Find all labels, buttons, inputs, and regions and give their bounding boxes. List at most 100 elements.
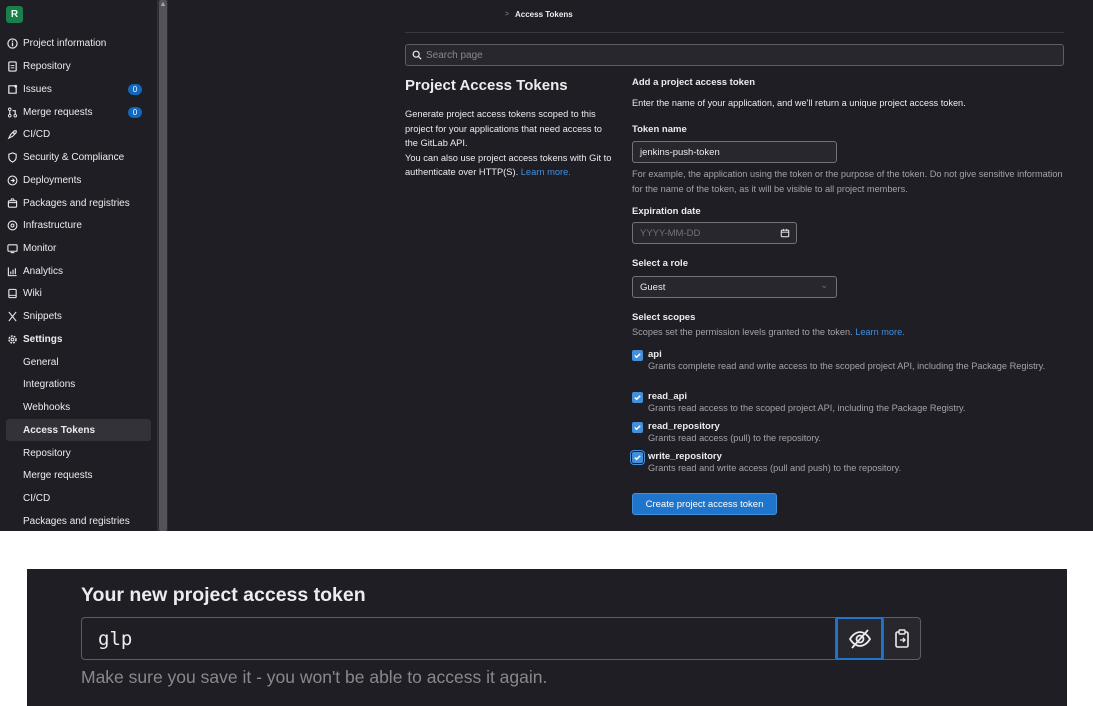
settings-item-merge-requests[interactable]: Merge requests xyxy=(0,464,158,486)
settings-item-ci-cd[interactable]: CI/CD xyxy=(0,487,158,509)
sidebar-item-settings[interactable]: Settings xyxy=(0,328,158,350)
sidebar-item-label: Analytics xyxy=(23,265,64,277)
role-select[interactable]: Guest ⌄ xyxy=(632,276,837,298)
sidebar-item-issues[interactable]: Issues 0 xyxy=(0,78,158,100)
search-page-input[interactable]: Search page xyxy=(405,44,1064,66)
sidebar-item-label: Settings xyxy=(23,333,63,345)
learn-more-link[interactable]: Learn more. xyxy=(521,167,571,177)
scope-description: Grants read and write access (pull and p… xyxy=(648,463,902,473)
expiration-date-label: Expiration date xyxy=(632,206,701,217)
scope-api-checkbox[interactable] xyxy=(632,350,643,361)
breadcrumb-divider xyxy=(405,32,1064,33)
chevron-down-icon: ⌄ xyxy=(820,280,828,290)
clipboard-icon xyxy=(895,628,909,648)
issues-count-badge: 0 xyxy=(128,83,142,95)
breadcrumb-current[interactable]: Access Tokens xyxy=(515,10,573,19)
monitor-icon xyxy=(7,243,18,254)
intro-text: Generate project access tokens scoped to… xyxy=(405,109,602,148)
deployments-icon xyxy=(7,175,18,186)
new-token-field[interactable]: glp xyxy=(81,617,836,660)
cloud-icon xyxy=(7,220,18,231)
info-icon xyxy=(7,37,18,49)
snippet-icon xyxy=(7,311,18,322)
merge-request-icon xyxy=(7,107,18,118)
sidebar-item-ci-cd[interactable]: CI/CD xyxy=(0,123,158,145)
new-token-panel: Your new project access token glp Make s… xyxy=(27,569,1067,706)
sidebar-item-label: Deployments xyxy=(23,174,82,186)
scope-name: read_repository xyxy=(648,421,720,432)
sidebar-item-wiki[interactable]: Wiki xyxy=(0,282,158,304)
settings-item-access-tokens[interactable]: Access Tokens xyxy=(6,419,151,441)
sidebar-item-packages[interactable]: Packages and registries xyxy=(0,192,158,214)
sidebar-item-label: Security & Compliance xyxy=(23,151,125,163)
scope-name: write_repository xyxy=(648,451,722,462)
settings-item-repository[interactable]: Repository xyxy=(0,442,158,464)
search-icon xyxy=(412,50,422,60)
scrollbar-thumb[interactable] xyxy=(159,0,167,531)
scopes-learn-more-link[interactable]: Learn more. xyxy=(855,327,905,337)
checkmark-icon xyxy=(634,455,641,461)
sidebar-item-label: Merge requests xyxy=(23,106,93,118)
settings-item-integrations[interactable]: Integrations xyxy=(0,373,158,395)
scroll-up-arrow-icon[interactable]: ▲ xyxy=(159,1,167,9)
sidebar-item-project-information[interactable]: Project information xyxy=(0,32,158,54)
package-icon xyxy=(7,197,18,209)
checkmark-icon xyxy=(634,395,641,401)
scope-write-repository-checkbox[interactable] xyxy=(632,452,643,463)
sidebar-item-label: Project information xyxy=(23,37,107,49)
scope-description: Grants complete read and write access to… xyxy=(648,361,1046,371)
gitlab-settings-screenshot: R Project information Repository Issues … xyxy=(0,0,1093,531)
sidebar: R Project information Repository Issues … xyxy=(0,0,158,531)
sidebar-item-infrastructure[interactable]: Infrastructure xyxy=(0,214,158,236)
scope-name: api xyxy=(648,349,662,360)
sidebar-item-label: Repository xyxy=(23,60,71,72)
token-name-label: Token name xyxy=(632,124,687,135)
intro-text-2: You can also use project access tokens w… xyxy=(405,152,612,178)
rocket-icon xyxy=(7,129,18,140)
sidebar-item-deployments[interactable]: Deployments xyxy=(0,169,158,191)
create-project-access-token-button[interactable]: Create project access token xyxy=(632,493,777,515)
merge-requests-count-badge: 0 xyxy=(128,106,142,118)
sidebar-item-snippets[interactable]: Snippets xyxy=(0,305,158,327)
copy-token-button[interactable] xyxy=(883,617,921,660)
shield-icon xyxy=(7,151,18,163)
chart-icon xyxy=(7,266,18,277)
scopes-help-text: Scopes set the permission levels granted… xyxy=(632,327,853,337)
sidebar-item-label: Monitor xyxy=(23,242,57,254)
sidebar-item-repository[interactable]: Repository xyxy=(0,55,158,77)
expiration-placeholder: YYYY-MM-DD xyxy=(640,227,701,239)
breadcrumb-separator: > xyxy=(505,11,510,18)
toggle-visibility-button[interactable] xyxy=(836,617,883,660)
project-avatar[interactable]: R xyxy=(6,6,23,23)
scope-read-repository-checkbox[interactable] xyxy=(632,422,643,433)
sidebar-item-monitor[interactable]: Monitor xyxy=(0,237,158,259)
token-name-help: For example, the application using the t… xyxy=(632,169,1063,194)
sidebar-item-label: CI/CD xyxy=(23,128,51,140)
scopes-label: Select scopes xyxy=(632,312,696,323)
sidebar-item-analytics[interactable]: Analytics xyxy=(0,260,158,282)
role-label: Select a role xyxy=(632,258,688,269)
book-icon xyxy=(7,288,18,299)
calendar-icon[interactable] xyxy=(780,228,790,238)
token-name-input[interactable]: jenkins-push-token xyxy=(632,141,837,163)
new-token-title: Your new project access token xyxy=(81,584,366,606)
issues-icon xyxy=(7,84,18,95)
settings-item-packages[interactable]: Packages and registries xyxy=(0,510,158,531)
page-title: Project Access Tokens xyxy=(405,77,568,94)
expiration-date-input[interactable]: YYYY-MM-DD xyxy=(632,222,797,244)
sidebar-item-merge-requests[interactable]: Merge requests 0 xyxy=(0,101,158,123)
settings-item-webhooks[interactable]: Webhooks xyxy=(0,396,158,418)
sidebar-scrollbar[interactable]: ▲ xyxy=(158,0,168,531)
intro-description: Generate project access tokens scoped to… xyxy=(405,107,615,180)
scope-read-api-checkbox[interactable] xyxy=(632,392,643,403)
new-token-value: glp xyxy=(98,627,133,650)
scope-description: Grants read access (pull) to the reposit… xyxy=(648,433,821,443)
scope-description: Grants read access to the scoped project… xyxy=(648,403,966,413)
sidebar-item-label: Issues xyxy=(23,83,52,95)
sidebar-item-security[interactable]: Security & Compliance xyxy=(0,146,158,168)
sidebar-item-label: Wiki xyxy=(23,287,42,299)
scopes-help: Scopes set the permission levels granted… xyxy=(632,325,1070,340)
token-name-value: jenkins-push-token xyxy=(640,146,720,158)
settings-item-general[interactable]: General xyxy=(0,351,158,373)
sidebar-item-label: Infrastructure xyxy=(23,219,82,231)
